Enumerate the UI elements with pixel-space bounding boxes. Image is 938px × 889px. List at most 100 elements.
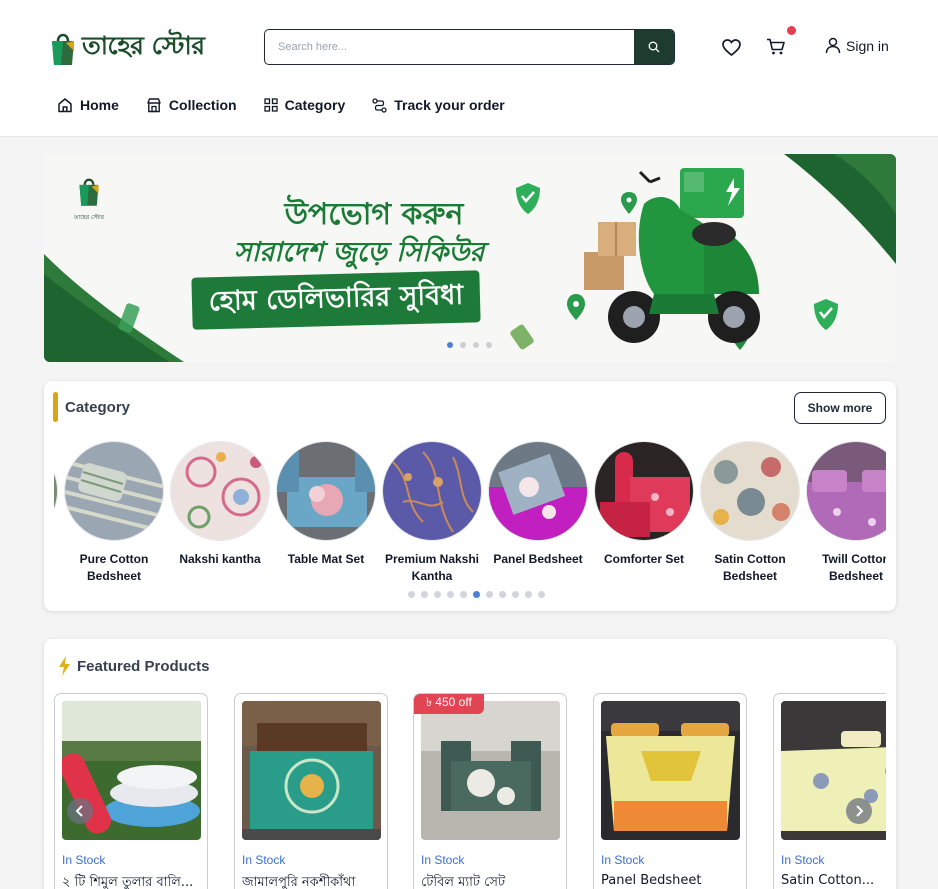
site-header: তাহের স্টোর Sign in — [0, 0, 938, 137]
category-pagination — [408, 591, 545, 598]
category-item[interactable]: Premium Nakshi Kantha — [379, 441, 485, 585]
category-label: Table Mat Set — [287, 552, 365, 566]
carousel-dot[interactable] — [473, 591, 480, 598]
category-item[interactable]: Twill Cotton Bedsheet — [803, 441, 886, 585]
featured-section-header: Featured Products — [59, 656, 210, 676]
sign-in-link[interactable]: Sign in — [825, 37, 889, 54]
product-name[interactable]: টেবিল ম্যাট সেট — [421, 873, 561, 889]
product-image — [781, 701, 886, 840]
product-name[interactable]: জামালপুরি নকশীকাঁথা — [242, 873, 382, 889]
sign-in-label: Sign in — [846, 37, 889, 54]
shopping-bag-logo-icon — [79, 178, 99, 206]
nav-label: Category — [284, 97, 346, 113]
nav-label: Collection — [168, 97, 237, 113]
show-more-button[interactable]: Show more — [794, 392, 886, 424]
carousel-dot[interactable] — [486, 591, 493, 598]
product-name[interactable]: Panel Bedsheet — [601, 873, 741, 888]
route-icon — [372, 97, 387, 113]
wishlist-button[interactable] — [721, 37, 741, 57]
cart-button[interactable] — [765, 37, 787, 57]
slide-dot[interactable] — [447, 342, 453, 348]
product-card[interactable]: ৳ 450 off In Stock টেবিল ম্যাট সেট — [413, 693, 567, 889]
carousel-dot[interactable] — [525, 591, 532, 598]
category-item[interactable]: Pure Cotton Bedsheet — [61, 441, 167, 585]
featured-products-section: Featured Products In Stock ২ টি শিমুল তু… — [44, 639, 896, 889]
section-title: Category — [65, 398, 131, 416]
product-card[interactable]: In Stock Satin Cotton... — [773, 693, 886, 889]
section-title: Featured Products — [77, 657, 210, 675]
category-image — [700, 441, 800, 541]
carousel-dot[interactable] — [421, 591, 428, 598]
search-input[interactable] — [265, 30, 635, 64]
cart-badge — [787, 26, 796, 35]
stock-status: In Stock — [601, 853, 645, 867]
banner-highlight: হোম ডেলিভারির সুবিধা — [191, 270, 481, 330]
category-image — [276, 441, 376, 541]
store-icon — [147, 98, 161, 113]
banner-pagination — [447, 342, 492, 348]
slide-dot[interactable] — [460, 342, 466, 348]
product-image — [601, 701, 740, 840]
slide-dot[interactable] — [486, 342, 492, 348]
category-item[interactable]: Comforter Set — [591, 441, 697, 568]
hero-banner[interactable]: তাহের স্টোর উপভোগ করুন সারাদেশ জুড়ে সিক… — [44, 154, 896, 362]
product-name[interactable]: ২ টি শিমুল তুলার বালি... — [62, 873, 202, 889]
stock-status: In Stock — [242, 853, 286, 867]
category-image — [170, 441, 270, 541]
category-label: Panel Bedsheet — [493, 552, 583, 566]
grid-icon — [263, 98, 278, 112]
category-item[interactable]: Panel Bedsheet — [485, 441, 591, 568]
nav-item-home[interactable]: Home — [57, 97, 119, 113]
carousel-dot[interactable] — [447, 591, 454, 598]
product-card[interactable]: In Stock জামালপুরি নকশীকাঁথা — [234, 693, 388, 889]
category-image — [806, 441, 886, 541]
carousel-dot[interactable] — [499, 591, 506, 598]
product-image — [242, 701, 381, 840]
nav-item-collection[interactable]: Collection — [146, 97, 237, 113]
slide-dot[interactable] — [473, 342, 479, 348]
category-label: Premium Nakshi Kantha — [384, 552, 480, 583]
stock-status: In Stock — [62, 853, 106, 867]
carousel-dot[interactable] — [460, 591, 467, 598]
stock-status: In Stock — [781, 853, 825, 867]
section-accent-bar — [53, 392, 58, 422]
carousel-dot[interactable] — [512, 591, 519, 598]
product-card[interactable]: In Stock ২ টি শিমুল তুলার বালি... — [54, 693, 208, 889]
category-section-header: Category — [53, 392, 130, 422]
site-logo[interactable]: তাহের স্টোর — [48, 26, 205, 69]
user-icon — [825, 37, 841, 54]
carousel-dot[interactable] — [434, 591, 441, 598]
lightning-icon — [59, 656, 70, 676]
cart-icon — [767, 38, 785, 55]
category-item[interactable]: Satin Cotton Bedsheet — [697, 441, 803, 585]
chevron-left-icon — [75, 805, 83, 817]
carousel-next-button[interactable] — [846, 798, 872, 824]
category-item[interactable]: Table Mat Set — [273, 441, 379, 568]
category-item[interactable]: Nakshi kantha — [167, 441, 273, 568]
search-icon — [648, 41, 660, 53]
nav-item-category[interactable]: Category — [263, 97, 346, 113]
search-button[interactable] — [634, 30, 674, 64]
category-image — [488, 441, 588, 541]
category-label: Pure Cotton Bedsheet — [79, 552, 149, 583]
carousel-dot[interactable] — [538, 591, 545, 598]
category-carousel[interactable]: Pure Cotton Bedsheet Nakshi kantha Table… — [54, 441, 886, 591]
nav-item-track-order[interactable]: Track your order — [372, 97, 505, 113]
category-section: Category Show more Pure Cotton Bedsheet — [44, 381, 896, 611]
logo-text: তাহের স্টোর — [82, 31, 205, 60]
stock-status: In Stock — [421, 853, 465, 867]
chevron-right-icon — [856, 805, 864, 817]
carousel-dot[interactable] — [408, 591, 415, 598]
product-name[interactable]: Satin Cotton... — [781, 873, 886, 888]
category-label: Twill Cotton Bedsheet — [822, 552, 886, 583]
category-image — [382, 441, 482, 541]
category-image — [64, 441, 164, 541]
category-label: Nakshi kantha — [179, 552, 261, 566]
heart-icon — [721, 38, 741, 56]
category-peek — [54, 441, 58, 541]
category-label: Satin Cotton Bedsheet — [714, 552, 786, 583]
product-card[interactable]: In Stock Panel Bedsheet — [593, 693, 747, 889]
product-image — [421, 701, 560, 840]
carousel-prev-button[interactable] — [67, 798, 93, 824]
nav-label: Home — [80, 97, 119, 113]
